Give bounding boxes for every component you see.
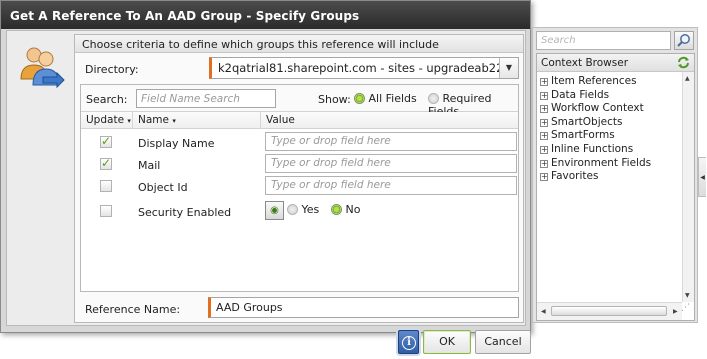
fields-grid: Search: Show: All Fields Required Fields… xyxy=(80,84,519,292)
dialog-body: Choose criteria to define which groups t… xyxy=(6,30,526,326)
update-checkbox[interactable] xyxy=(100,156,112,170)
tree-item[interactable]: + SmartForms xyxy=(540,129,678,143)
context-browser-title: Context Browser xyxy=(537,54,694,72)
tree-item[interactable]: + Workflow Context xyxy=(540,102,678,116)
scroll-down-icon[interactable]: ▼ xyxy=(685,292,690,299)
field-name: Object Id xyxy=(138,181,188,194)
boolean-toggle-icon[interactable]: ◉ xyxy=(265,201,284,220)
expand-icon[interactable]: + xyxy=(540,132,548,141)
scroll-right-icon[interactable]: ▶ xyxy=(673,308,678,315)
expand-icon[interactable]: + xyxy=(540,91,548,100)
table-row: Mail Type or drop field here xyxy=(81,154,518,176)
search-button[interactable] xyxy=(674,31,694,50)
no-option[interactable]: No xyxy=(331,203,360,216)
context-tree: + Item References + Data Fields + Workflow … xyxy=(540,75,678,184)
refresh-icon[interactable] xyxy=(677,56,690,69)
radio-selected-icon[interactable] xyxy=(354,93,365,104)
value-input[interactable]: Type or drop field here xyxy=(265,154,517,173)
context-browser-panel: Context Browser + Item References + Data F… xyxy=(536,53,695,321)
expand-icon[interactable]: + xyxy=(540,78,548,86)
update-checkbox[interactable] xyxy=(100,134,112,148)
directory-value: k2qatrial81.sharepoint.com - sites - upg… xyxy=(218,61,504,75)
info-button[interactable]: i xyxy=(398,330,419,354)
column-value: Value xyxy=(266,114,295,126)
tree-item[interactable]: + Inline Functions xyxy=(540,143,678,157)
update-checkbox[interactable] xyxy=(100,205,112,217)
ok-button[interactable]: OK xyxy=(423,330,471,354)
search-label: Search: xyxy=(86,93,128,106)
expand-icon[interactable]: + xyxy=(540,173,548,182)
collapse-panel-tab[interactable]: ◀ xyxy=(698,157,706,197)
directory-label: Directory: xyxy=(85,63,139,76)
update-checkbox[interactable] xyxy=(100,180,112,192)
info-icon: i xyxy=(402,336,416,350)
tree-item[interactable]: + Favorites xyxy=(540,170,678,184)
expand-icon[interactable]: + xyxy=(540,159,548,168)
reference-name-label: Reference Name: xyxy=(85,303,181,316)
context-search-input[interactable] xyxy=(536,31,671,50)
field-name-search-input[interactable] xyxy=(136,89,276,108)
field-name: Security Enabled xyxy=(138,206,232,219)
resize-grip-icon[interactable]: ⋰ xyxy=(681,303,693,319)
column-update[interactable]: Update ▾ xyxy=(86,114,131,126)
column-name[interactable]: Name ▾ xyxy=(138,114,176,126)
directory-select[interactable]: k2qatrial81.sharepoint.com - sites - upg… xyxy=(209,57,519,79)
field-name: Mail xyxy=(138,159,161,172)
cancel-button[interactable]: Cancel xyxy=(475,330,531,354)
radio-unselected-icon[interactable] xyxy=(428,93,439,104)
reference-name-input[interactable]: AAD Groups xyxy=(208,297,519,318)
table-row: Security Enabled ◉ Yes No xyxy=(81,199,518,221)
users-reference-icon xyxy=(20,47,65,89)
search-icon xyxy=(677,34,690,47)
tree-item[interactable]: + Data Fields xyxy=(540,89,678,103)
tree-item[interactable]: + Environment Fields xyxy=(540,157,678,171)
sort-down-icon: ▾ xyxy=(127,117,131,125)
specify-groups-dialog: Get A Reference To An AAD Group - Specif… xyxy=(0,0,531,333)
vertical-scrollbar[interactable]: ▲ ▼ xyxy=(682,72,694,302)
scroll-left-icon[interactable]: ◀ xyxy=(541,308,546,315)
yes-label: Yes xyxy=(301,203,320,216)
scroll-thumb[interactable] xyxy=(551,306,667,316)
expand-icon[interactable]: + xyxy=(540,105,548,114)
field-name: Display Name xyxy=(138,137,215,150)
all-fields-option[interactable]: All Fields xyxy=(354,92,417,105)
expand-icon[interactable]: + xyxy=(540,118,548,127)
context-browser: Context Browser +Item References +Data F… xyxy=(532,27,698,323)
yes-option[interactable]: Yes xyxy=(287,203,319,216)
expand-icon[interactable]: + xyxy=(540,145,548,154)
dialog-title: Get A Reference To An AAD Group - Specif… xyxy=(1,1,530,29)
criteria-panel: Choose criteria to define which groups t… xyxy=(74,34,524,323)
show-label: Show: xyxy=(318,93,351,106)
no-label: No xyxy=(345,203,361,216)
all-fields-label: All Fields xyxy=(368,92,417,105)
radio-selected-icon[interactable] xyxy=(331,204,342,215)
tree-item[interactable]: + Item References xyxy=(540,75,678,89)
tree-item[interactable]: + SmartObjects xyxy=(540,116,678,130)
radio-unselected-icon[interactable] xyxy=(287,204,298,215)
sort-down-icon: ▾ xyxy=(172,117,176,125)
column-header: Update ▾ Name ▾ Value xyxy=(81,112,518,129)
criteria-header: Choose criteria to define which groups t… xyxy=(75,35,523,53)
chevron-down-icon[interactable]: ▼ xyxy=(499,58,518,78)
value-input[interactable]: Type or drop field here xyxy=(265,132,517,151)
table-row: Display Name Type or drop field here xyxy=(81,132,518,154)
value-input[interactable]: Type or drop field here xyxy=(265,176,517,195)
horizontal-scrollbar[interactable]: ◀ ▶ xyxy=(537,302,682,320)
search-bar: Search: Show: All Fields Required Fields xyxy=(81,85,518,118)
table-row: Object Id Type or drop field here xyxy=(81,176,518,198)
scroll-up-icon[interactable]: ▲ xyxy=(685,75,690,82)
